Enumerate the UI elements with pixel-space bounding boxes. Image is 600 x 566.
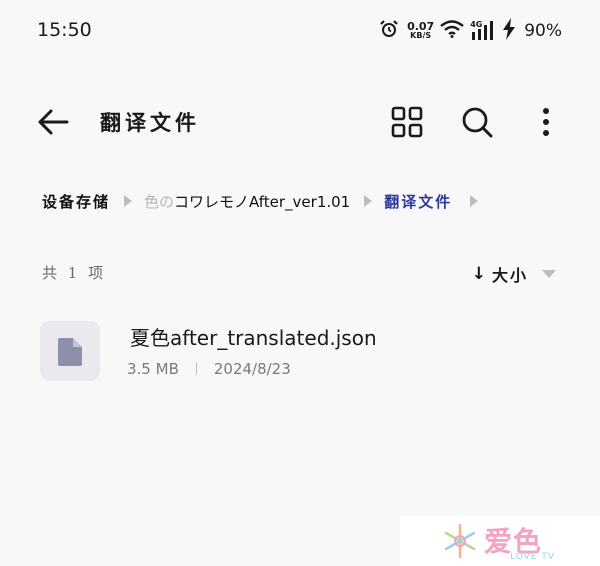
- top-app-bar: 翻译文件: [0, 92, 600, 152]
- charging-bolt-icon: [502, 18, 516, 44]
- file-name: 夏色after_translated.json: [130, 326, 377, 350]
- meta-divider: [195, 363, 197, 375]
- status-bar: 15:50 0.07 KB/S 4G 90%: [0, 0, 600, 60]
- wifi-icon: [440, 20, 464, 42]
- breadcrumb-current[interactable]: 翻译文件: [384, 191, 452, 212]
- grid-view-icon[interactable]: [389, 104, 425, 140]
- breadcrumb-folder[interactable]: 色のコワレモノAfter_ver1.01: [144, 191, 350, 212]
- network-speed: 0.07 KB/S: [407, 20, 435, 40]
- item-count: 共 1 项: [42, 264, 107, 282]
- snowflake-icon: [444, 523, 476, 559]
- search-icon[interactable]: [459, 104, 495, 140]
- breadcrumb: 设备存储 色のコワレモノAfter_ver1.01 翻译文件: [42, 188, 600, 214]
- file-size: 3.5 MB: [127, 360, 179, 378]
- breadcrumb-root[interactable]: 设备存储: [42, 191, 110, 212]
- page-title: 翻译文件: [100, 110, 200, 135]
- sort-direction-icon: ↓: [471, 264, 486, 284]
- sort-label: 大小: [491, 266, 528, 285]
- file-document-icon: [58, 338, 82, 366]
- list-header: 共 1 项 ↓ 大小: [42, 262, 558, 286]
- file-thumbnail: [40, 321, 100, 381]
- file-list-item[interactable]: 夏色after_translated.json 3.5 MB 2024/8/23: [38, 318, 568, 384]
- status-icons: 0.07 KB/S 4G 90%: [379, 17, 562, 45]
- more-vertical-icon[interactable]: [528, 104, 564, 140]
- file-date: 2024/8/23: [213, 360, 291, 378]
- watermark-logo: 爱色 LOVE TV: [400, 516, 600, 566]
- alarm-clock-icon: [379, 19, 399, 43]
- status-time: 15:50: [37, 19, 92, 41]
- back-arrow-icon[interactable]: [33, 104, 73, 140]
- chevron-right-icon: [124, 195, 133, 207]
- dropdown-caret-icon: [542, 270, 556, 278]
- sort-button[interactable]: ↓ 大小: [472, 262, 556, 286]
- file-meta: 3.5 MB 2024/8/23: [127, 360, 291, 378]
- cellular-signal-icon: 4G: [470, 20, 496, 42]
- battery-percentage: 90%: [524, 21, 562, 41]
- chevron-right-icon: [470, 195, 479, 207]
- chevron-right-icon: [364, 195, 373, 207]
